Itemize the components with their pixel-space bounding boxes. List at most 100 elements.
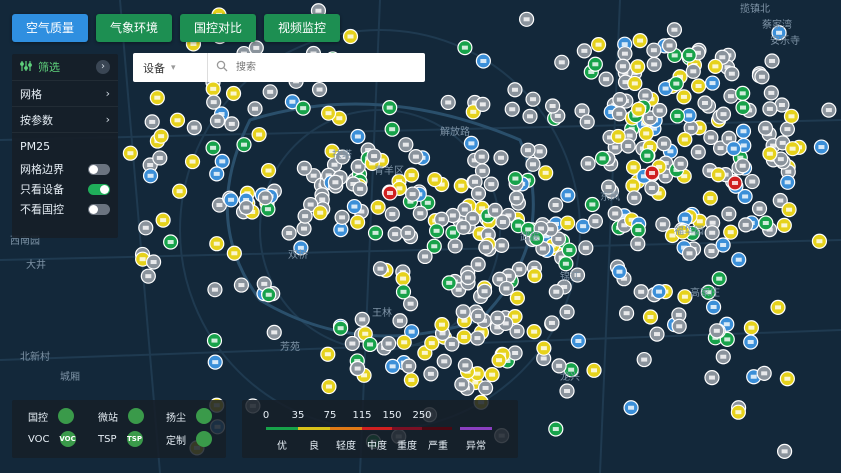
station-marker[interactable] — [257, 190, 273, 206]
station-marker[interactable] — [646, 56, 662, 73]
station-marker[interactable] — [395, 270, 411, 287]
station-marker[interactable] — [681, 47, 697, 63]
station-marker[interactable] — [723, 224, 739, 240]
station-marker[interactable] — [478, 239, 494, 255]
station-marker[interactable] — [685, 63, 701, 79]
station-marker[interactable] — [611, 264, 628, 280]
station-marker[interactable] — [785, 141, 801, 157]
station-marker[interactable] — [743, 320, 760, 336]
station-marker[interactable] — [636, 351, 652, 368]
legend-item-micro[interactable]: 微站 — [98, 408, 144, 424]
station-marker[interactable] — [580, 155, 596, 172]
station-marker[interactable] — [652, 102, 668, 119]
station-marker[interactable] — [610, 128, 626, 145]
station-marker[interactable] — [423, 366, 439, 382]
legend-item-custom[interactable]: 定制 — [166, 431, 212, 447]
station-marker[interactable] — [311, 81, 328, 98]
station-marker[interactable] — [764, 53, 780, 69]
station-marker[interactable] — [412, 205, 428, 221]
station-marker[interactable] — [453, 178, 469, 194]
station-marker[interactable] — [400, 225, 416, 241]
station-marker[interactable] — [207, 282, 223, 298]
station-marker[interactable] — [697, 95, 713, 111]
station-marker[interactable] — [428, 223, 445, 239]
station-marker[interactable] — [440, 94, 456, 111]
station-marker[interactable] — [145, 254, 162, 270]
station-marker[interactable] — [590, 37, 607, 53]
station-marker[interactable] — [715, 106, 732, 122]
station-marker[interactable] — [544, 315, 560, 331]
station-marker[interactable] — [762, 146, 778, 162]
station-marker[interactable] — [342, 28, 359, 45]
station-marker[interactable] — [813, 139, 830, 155]
station-marker[interactable] — [224, 116, 240, 132]
station-marker[interactable] — [504, 101, 520, 117]
station-marker[interactable] — [762, 101, 778, 117]
station-marker[interactable] — [367, 225, 384, 241]
station-marker[interactable] — [207, 354, 223, 370]
station-marker[interactable] — [617, 46, 633, 62]
station-marker[interactable] — [548, 197, 564, 213]
station-marker[interactable] — [651, 284, 667, 300]
station-marker[interactable] — [598, 71, 614, 87]
station-marker[interactable] — [155, 212, 171, 228]
station-marker[interactable] — [491, 352, 507, 368]
station-marker[interactable] — [350, 360, 366, 377]
station-marker[interactable] — [209, 166, 225, 182]
station-marker[interactable] — [758, 215, 774, 231]
station-marker[interactable] — [474, 149, 490, 165]
station-marker[interactable] — [587, 213, 604, 229]
station-marker[interactable] — [350, 128, 366, 145]
station-marker[interactable] — [444, 336, 460, 352]
station-marker[interactable] — [401, 358, 417, 374]
station-marker[interactable] — [427, 171, 443, 188]
station-marker[interactable] — [344, 335, 360, 352]
station-marker[interactable] — [184, 153, 201, 170]
station-marker[interactable] — [623, 400, 639, 416]
station-marker[interactable] — [206, 332, 223, 349]
station-marker[interactable] — [757, 120, 774, 136]
tab-air-quality[interactable]: 空气质量 — [12, 14, 89, 42]
station-marker[interactable] — [372, 261, 389, 277]
station-marker[interactable] — [447, 238, 463, 254]
station-marker[interactable] — [214, 153, 230, 169]
station-marker[interactable] — [558, 256, 574, 272]
device-only-toggle[interactable] — [88, 183, 110, 195]
station-marker[interactable] — [560, 187, 576, 203]
station-marker[interactable] — [770, 299, 786, 315]
station-marker[interactable] — [676, 89, 692, 105]
station-marker[interactable] — [526, 324, 542, 340]
station-marker[interactable] — [296, 221, 312, 237]
station-marker[interactable] — [281, 225, 297, 241]
station-marker[interactable] — [417, 248, 433, 265]
station-marker[interactable] — [381, 335, 397, 352]
station-marker[interactable] — [233, 277, 250, 293]
station-marker[interactable] — [525, 91, 541, 107]
station-marker[interactable] — [646, 42, 662, 58]
station-marker[interactable] — [559, 383, 575, 399]
station-marker[interactable] — [735, 123, 752, 139]
tab-video[interactable]: 视频监控 — [264, 14, 341, 42]
station-marker[interactable] — [153, 128, 169, 144]
station-marker[interactable] — [476, 283, 493, 299]
station-marker[interactable] — [509, 290, 525, 306]
station-marker[interactable] — [669, 108, 686, 124]
station-marker[interactable] — [169, 112, 186, 128]
station-marker[interactable] — [655, 216, 671, 232]
station-marker[interactable] — [779, 371, 795, 387]
station-marker[interactable] — [738, 217, 754, 233]
legend-item-tsp[interactable]: TSP TSP — [98, 431, 143, 447]
station-marker[interactable] — [715, 237, 731, 253]
station-marker[interactable] — [236, 137, 252, 153]
station-marker[interactable] — [508, 190, 525, 206]
station-marker[interactable] — [260, 162, 277, 179]
station-marker[interactable] — [551, 358, 567, 374]
station-marker[interactable] — [586, 362, 602, 378]
station-marker[interactable] — [172, 183, 188, 199]
station-marker[interactable] — [226, 245, 242, 261]
station-marker[interactable] — [525, 156, 541, 172]
station-marker[interactable] — [295, 100, 311, 116]
station-marker[interactable] — [626, 190, 642, 206]
station-marker[interactable] — [327, 174, 344, 190]
station-marker[interactable] — [630, 101, 647, 117]
